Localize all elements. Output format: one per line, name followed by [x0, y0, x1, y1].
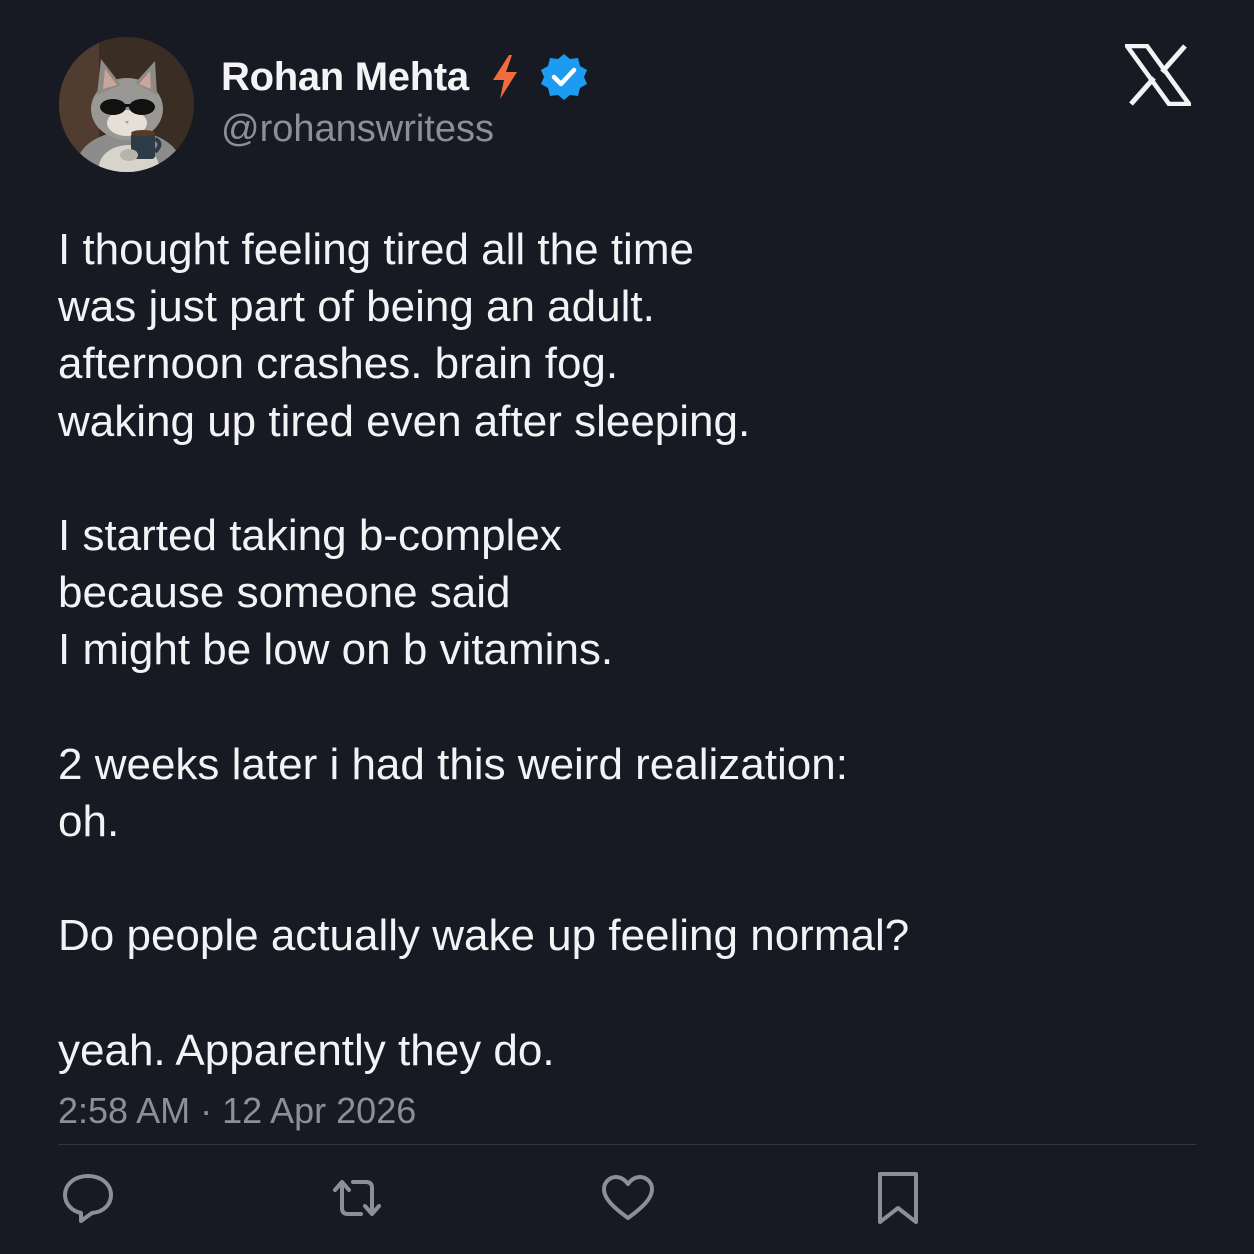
- tweet-line: Do people actually wake up feeling norma…: [58, 911, 910, 961]
- author-handle[interactable]: @rohanswritess: [221, 108, 494, 151]
- tweet-line: I started taking b-complex: [58, 510, 562, 560]
- bookmark-button[interactable]: [870, 1170, 926, 1226]
- tweet-line: yeah. Apparently they do.: [58, 1025, 555, 1075]
- retweet-button[interactable]: [329, 1170, 385, 1226]
- tweet-line: 2 weeks later i had this weird realizati…: [58, 739, 848, 789]
- lightning-bolt-icon: [492, 55, 517, 99]
- reply-icon: [63, 1174, 113, 1223]
- author-row: Rohan Mehta: [221, 52, 589, 102]
- tweet-line: I thought feeling tired all the time: [58, 225, 694, 274]
- author-name[interactable]: Rohan Mehta: [221, 55, 469, 100]
- heart-icon: [602, 1175, 654, 1220]
- divider: [58, 1144, 1196, 1145]
- like-button[interactable]: [600, 1170, 656, 1226]
- tweet-line: I might be low on b vitamins.: [58, 625, 614, 675]
- tweet-line: because someone said: [58, 568, 511, 618]
- cat-with-sunglasses-avatar: [59, 37, 194, 172]
- tweet-line: oh.: [58, 796, 120, 846]
- retweet-icon: [333, 1180, 381, 1216]
- avatar[interactable]: [59, 37, 194, 172]
- verified-badge-icon: [540, 54, 587, 100]
- tweet-line: afternoon crashes. brain fog.: [58, 339, 619, 389]
- tweet-line: waking up tired even after sleeping.: [58, 396, 751, 446]
- tweet-text: I thought feeling tired all the time was…: [58, 221, 1198, 1079]
- x-logo-icon[interactable]: [1125, 44, 1191, 106]
- reply-button[interactable]: [60, 1170, 116, 1226]
- tweet-line: was just part of being an adult.: [58, 282, 655, 332]
- tweet-timestamp[interactable]: 2:58 AM · 12 Apr 2026: [58, 1090, 416, 1132]
- bookmark-icon: [878, 1172, 918, 1224]
